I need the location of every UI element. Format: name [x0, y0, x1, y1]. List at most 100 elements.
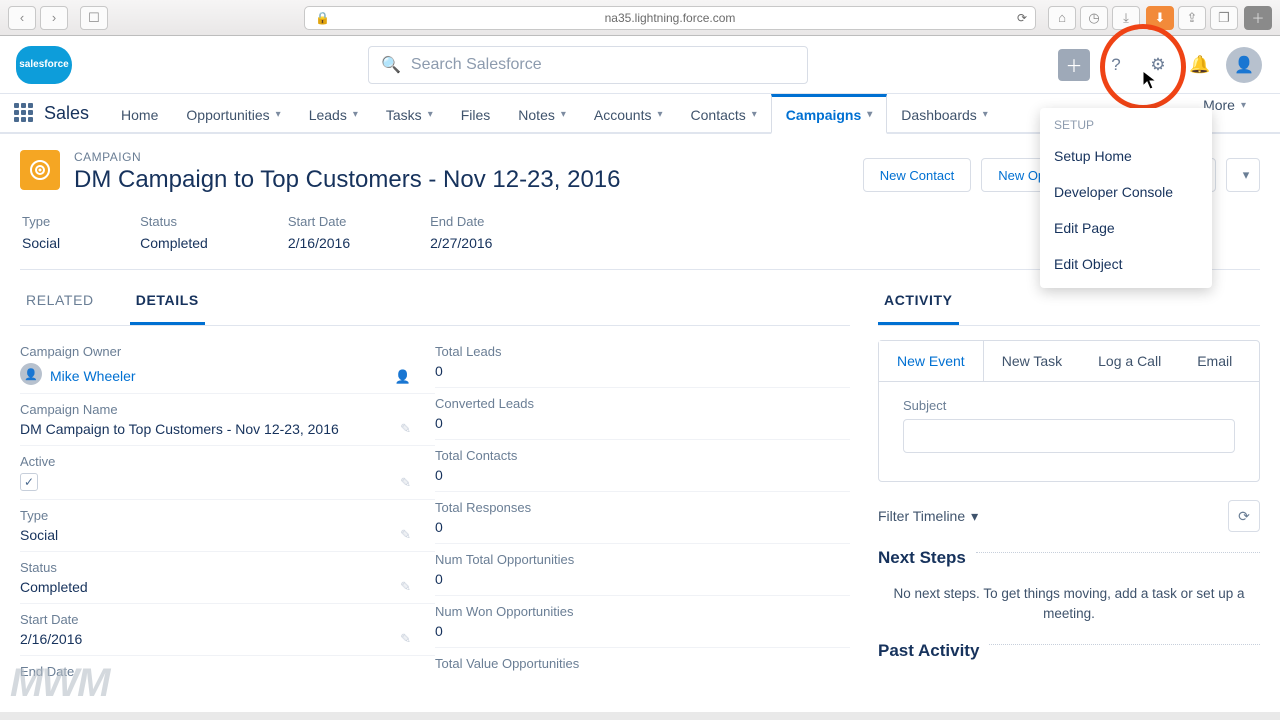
- field-start-date: Start Date 2/16/2016 ✎: [20, 604, 435, 656]
- reload-icon[interactable]: ⟳: [1017, 11, 1027, 25]
- chevron-down-icon: ▾: [353, 109, 358, 120]
- lock-icon: 🔒: [315, 11, 330, 25]
- setup-menu-heading: SETUP: [1040, 108, 1212, 138]
- filter-timeline-button[interactable]: Filter Timeline▾: [878, 508, 978, 525]
- nav-tab-leads[interactable]: Leads▾: [295, 94, 372, 132]
- field-total-value-opportunities: Total Value Opportunities: [435, 648, 850, 679]
- chevron-down-icon: ▾: [752, 109, 757, 120]
- chevron-down-icon: ▾: [428, 109, 433, 120]
- salesforce-logo[interactable]: salesforce: [16, 46, 72, 84]
- past-activity-heading: Past Activity: [878, 641, 979, 665]
- global-actions-button[interactable]: ＋: [1058, 49, 1090, 81]
- nav-tab-opportunities[interactable]: Opportunities▾: [172, 94, 294, 132]
- chevron-down-icon: ▾: [867, 109, 872, 120]
- owner-avatar-icon: 👤: [20, 363, 42, 385]
- edit-pencil-icon[interactable]: ✎: [400, 475, 411, 491]
- nav-tab-accounts[interactable]: Accounts▾: [580, 94, 677, 132]
- browser-home-button[interactable]: ⌂: [1048, 6, 1076, 30]
- browser-downloads-button[interactable]: ⤓: [1112, 6, 1140, 30]
- edit-pencil-icon[interactable]: ✎: [400, 527, 411, 543]
- composer-tab-log-a-call[interactable]: Log a Call: [1080, 341, 1179, 381]
- new-contact-button[interactable]: New Contact: [863, 158, 971, 192]
- nav-tab-dashboards[interactable]: Dashboards▾: [887, 94, 1002, 132]
- field-campaign-owner: Campaign Owner 👤 Mike Wheeler 👤: [20, 336, 435, 394]
- search-placeholder: Search Salesforce: [411, 56, 542, 74]
- help-icon[interactable]: ?: [1100, 49, 1132, 81]
- tab-related[interactable]: RELATED: [20, 276, 100, 325]
- app-name: Sales: [44, 103, 89, 124]
- field-converted-leads: Converted Leads0: [435, 388, 850, 440]
- owner-link[interactable]: Mike Wheeler: [50, 368, 136, 384]
- browser-back-button[interactable]: ‹: [8, 6, 36, 30]
- browser-url-field[interactable]: 🔒 na35.lightning.force.com ⟳: [304, 6, 1036, 30]
- edit-pencil-icon[interactable]: ✎: [400, 579, 411, 595]
- chevron-down-icon: ▾: [276, 109, 281, 120]
- edit-pencil-icon[interactable]: ✎: [400, 631, 411, 647]
- active-checkbox-checked: ✓: [20, 473, 38, 491]
- browser-share-button[interactable]: ⇪: [1178, 6, 1206, 30]
- browser-forward-button[interactable]: ›: [40, 6, 68, 30]
- chevron-down-icon: ▾: [971, 508, 978, 525]
- next-steps-empty-message: No next steps. To get things moving, add…: [878, 584, 1260, 625]
- nav-tab-contacts[interactable]: Contacts▾: [677, 94, 771, 132]
- browser-sidebar-button[interactable]: ☐: [80, 6, 108, 30]
- browser-new-tab-button[interactable]: ＋: [1244, 6, 1272, 30]
- tab-details[interactable]: DETAILS: [130, 276, 205, 325]
- field-campaign-name: Campaign Name DM Campaign to Top Custome…: [20, 394, 435, 446]
- subject-label: Subject: [903, 398, 1235, 413]
- record-eyebrow: CAMPAIGN: [74, 150, 620, 164]
- composer-tab-new-event[interactable]: New Event: [879, 341, 984, 381]
- campaign-icon: [20, 150, 60, 190]
- horizontal-scrollbar[interactable]: [0, 712, 1280, 720]
- setup-menu-edit-object[interactable]: Edit Object: [1040, 246, 1212, 282]
- notifications-bell-icon[interactable]: 🔔: [1184, 49, 1216, 81]
- browser-url-text: na35.lightning.force.com: [605, 11, 736, 25]
- field-type: Type Social ✎: [20, 500, 435, 552]
- next-steps-heading: Next Steps: [878, 548, 966, 572]
- refresh-timeline-button[interactable]: ⟳: [1228, 500, 1260, 532]
- setup-gear-icon[interactable]: ⚙: [1142, 49, 1174, 81]
- field-status: Status Completed ✎: [20, 552, 435, 604]
- field-total-contacts: Total Contacts0: [435, 440, 850, 492]
- edit-pencil-icon[interactable]: ✎: [400, 421, 411, 437]
- app-launcher-icon: [14, 103, 34, 123]
- search-icon: 🔍: [381, 55, 401, 75]
- composer-tab-new-task[interactable]: New Task: [984, 341, 1080, 381]
- record-inner-tabs: RELATED DETAILS: [20, 276, 850, 326]
- setup-menu-setup-home[interactable]: Setup Home: [1040, 138, 1212, 174]
- watermark: MWM: [10, 661, 108, 706]
- nav-tab-files[interactable]: Files: [447, 94, 505, 132]
- chevron-down-icon: ▾: [1243, 167, 1250, 183]
- setup-dropdown-menu: SETUP Setup Home Developer Console Edit …: [1040, 108, 1212, 288]
- browser-download-progress-icon[interactable]: ⬇: [1146, 6, 1174, 30]
- field-total-leads: Total Leads0: [435, 336, 850, 388]
- activity-composer: New Event New Task Log a Call Email Subj…: [878, 340, 1260, 482]
- nav-tab-tasks[interactable]: Tasks▾: [372, 94, 447, 132]
- chevron-down-icon: ▾: [1241, 100, 1246, 111]
- nav-tab-home[interactable]: Home: [107, 94, 172, 132]
- user-avatar[interactable]: 👤: [1226, 47, 1262, 83]
- record-title: DM Campaign to Top Customers - Nov 12-23…: [74, 166, 620, 194]
- change-owner-icon[interactable]: 👤: [395, 369, 411, 385]
- tab-activity[interactable]: ACTIVITY: [878, 276, 959, 325]
- chevron-down-icon: ▾: [561, 109, 566, 120]
- global-search[interactable]: 🔍 Search Salesforce: [368, 46, 808, 84]
- salesforce-global-header: salesforce 🔍 Search Salesforce ＋ ? ⚙ 🔔 👤: [0, 36, 1280, 94]
- app-launcher[interactable]: Sales: [14, 94, 107, 132]
- field-active: Active ✓ ✎: [20, 446, 435, 500]
- composer-tab-email[interactable]: Email: [1179, 341, 1250, 381]
- browser-tabs-button[interactable]: ❐: [1210, 6, 1238, 30]
- nav-tab-notes[interactable]: Notes▾: [504, 94, 580, 132]
- safari-toolbar: ‹ › ☐ 🔒 na35.lightning.force.com ⟳ ⌂ ◷ ⤓…: [0, 0, 1280, 36]
- nav-tab-campaigns[interactable]: Campaigns▾: [771, 94, 888, 134]
- field-num-total-opportunities: Num Total Opportunities0: [435, 544, 850, 596]
- field-num-won-opportunities: Num Won Opportunities0: [435, 596, 850, 648]
- setup-menu-edit-page[interactable]: Edit Page: [1040, 210, 1212, 246]
- record-actions-overflow-button[interactable]: ▾: [1226, 158, 1260, 192]
- subject-input[interactable]: [903, 419, 1235, 453]
- field-total-responses: Total Responses0: [435, 492, 850, 544]
- browser-history-button[interactable]: ◷: [1080, 6, 1108, 30]
- chevron-down-icon: ▾: [983, 109, 988, 120]
- setup-menu-developer-console[interactable]: Developer Console: [1040, 174, 1212, 210]
- chevron-down-icon: ▾: [657, 109, 662, 120]
